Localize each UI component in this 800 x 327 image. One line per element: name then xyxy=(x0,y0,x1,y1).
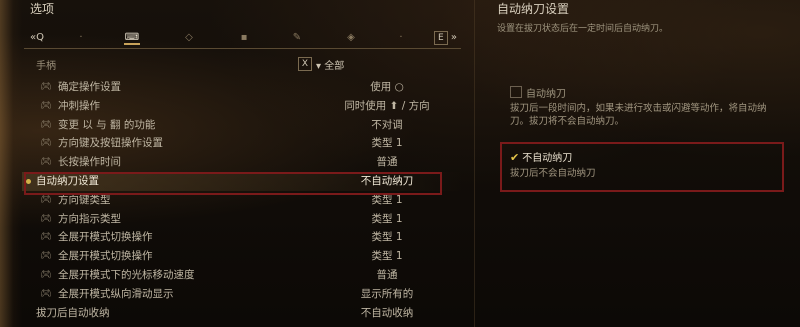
checkmark-icon: ✔ xyxy=(510,151,520,164)
checkbox-icon xyxy=(510,86,522,98)
gamepad-icon: 🎮︎ xyxy=(40,232,52,243)
accessibility-icon[interactable]: · xyxy=(396,33,406,43)
row-label: 拔刀后自动收纳 xyxy=(36,306,110,319)
list-item[interactable]: 拔刀后自动收纳 不自动收纳 xyxy=(22,304,462,323)
option-auto-sheathe[interactable]: 自动纳刀 xyxy=(510,85,566,100)
row-value: 类型 1 xyxy=(371,250,403,263)
prev-tab-key[interactable]: «Q xyxy=(30,30,44,46)
filter-scope[interactable]: ▾ 全部 xyxy=(316,57,344,72)
option-no-auto-sheathe-desc: 拔刀后不会自动纳刀 xyxy=(510,168,596,179)
next-tab-arrow: » xyxy=(450,32,457,43)
next-tab-label: E xyxy=(434,31,448,45)
gamepad-icon: 🎮︎ xyxy=(40,213,52,224)
list-item[interactable]: 🎮︎ 长按操作时间 普通 xyxy=(22,153,462,172)
gamepad-icon: 🎮︎ xyxy=(40,100,52,111)
sound-icon[interactable]: ▪ xyxy=(239,33,249,43)
option-auto-sheathe-desc: 拔刀后一段时间内，如果未进行攻击或闪避等动作，将自动纳刀。拔刀将不会自动纳刀。 xyxy=(510,103,767,127)
gamepad-icon: 🎮︎ xyxy=(40,288,52,299)
display-icon[interactable]: ◇ xyxy=(184,33,194,43)
gamepad-icon: 🎮︎ xyxy=(40,269,52,280)
row-value: 使用 ○ xyxy=(370,81,404,93)
camera-icon[interactable]: ◈ xyxy=(346,33,356,43)
row-label: 全展开模式切换操作 xyxy=(58,231,153,244)
row-label: 确定操作设置 xyxy=(58,81,121,93)
filter-category: 手柄 xyxy=(36,61,56,72)
window-title: 选项 xyxy=(30,2,55,16)
row-label: 全展开模式切换操作 xyxy=(58,250,153,263)
filter-x-button[interactable]: X xyxy=(298,57,312,71)
row-label: 长按操作时间 xyxy=(58,156,121,169)
gamepad-icon: 🎮︎ xyxy=(40,157,52,168)
row-label: 全展开模式下的光标移动速度 xyxy=(58,268,195,281)
option-label: 自动纳刀 xyxy=(526,89,566,100)
list-item[interactable]: 🎮︎ 冲刺操作 同时使用 ⬆ / 方向 xyxy=(22,97,462,116)
gamepad-icon: 🎮︎ xyxy=(40,138,52,149)
left-decoration xyxy=(0,0,22,327)
list-item[interactable]: 🎮︎ 全展开模式下的光标移动速度 普通 xyxy=(22,266,462,285)
panel-divider xyxy=(474,0,475,327)
list-item[interactable]: 🎮︎ 确定操作设置 使用 ○ xyxy=(22,78,462,97)
next-tab-key[interactable]: E » xyxy=(434,30,457,46)
selected-row-highlight xyxy=(24,172,442,195)
row-label: 方向键及按钮操作设置 xyxy=(58,137,163,150)
row-label: 方向指示类型 xyxy=(58,212,121,225)
gamepad-icon[interactable]: · xyxy=(76,33,86,43)
settings-list: 🎮︎ 确定操作设置 使用 ○ 🎮︎ 冲刺操作 同时使用 ⬆ / 方向 🎮︎ 变更… xyxy=(22,78,462,322)
prev-tab-label: «Q xyxy=(30,32,44,43)
row-value: 显示所有的 xyxy=(360,287,414,300)
tab-bar: «Q · ⌨ ◇ ▪ ✎ ◈ · E » xyxy=(24,30,461,49)
row-value: 不自动收纳 xyxy=(360,306,414,319)
gamepad-icon: 🎮︎ xyxy=(40,251,52,262)
list-item[interactable]: 🎮︎ 变更 以 与 翻 的功能 不对调 xyxy=(22,116,462,135)
list-item[interactable]: 🎮︎ 全展开模式纵向滑动显示 显示所有的 xyxy=(22,285,462,304)
list-item[interactable]: 🎮︎ 方向指示类型 类型 1 xyxy=(22,210,462,229)
row-value: 不对调 xyxy=(371,118,403,131)
row-value: 类型 1 xyxy=(371,137,403,150)
row-value: 同时使用 ⬆ / 方向 xyxy=(344,99,430,112)
row-label: 全展开模式纵向滑动显示 xyxy=(58,287,174,300)
row-label: 冲刺操作 xyxy=(58,99,100,112)
row-value: 类型 1 xyxy=(371,231,403,244)
option-label: 不自动纳刀 xyxy=(522,153,573,164)
keyboard-icon[interactable]: ⌨ xyxy=(124,33,140,45)
row-value: 类型 1 xyxy=(371,212,403,225)
detail-title: 自动纳刀设置 xyxy=(497,2,570,16)
row-value: 普通 xyxy=(376,156,398,169)
row-value: 普通 xyxy=(376,268,398,281)
gamepad-icon: 🎮︎ xyxy=(40,119,52,130)
filter-row: 手柄 X ▾ 全部 xyxy=(30,57,460,73)
gamepad-icon: 🎮︎ xyxy=(40,82,52,92)
list-item[interactable]: 🎮︎ 全展开模式切换操作 类型 1 xyxy=(22,228,462,247)
detail-description: 设置在拔刀状态后在一定时间后自动纳刀。 xyxy=(497,24,669,34)
ui-icon[interactable]: ✎ xyxy=(292,33,302,43)
list-item[interactable]: 🎮︎ 全展开模式切换操作 类型 1 xyxy=(22,247,462,266)
option-no-auto-sheathe[interactable]: ✔ 不自动纳刀 xyxy=(510,149,572,164)
row-label: 变更 以 与 翻 的功能 xyxy=(58,118,156,131)
list-item[interactable]: 🎮︎ 方向键及按钮操作设置 类型 1 xyxy=(22,134,462,153)
